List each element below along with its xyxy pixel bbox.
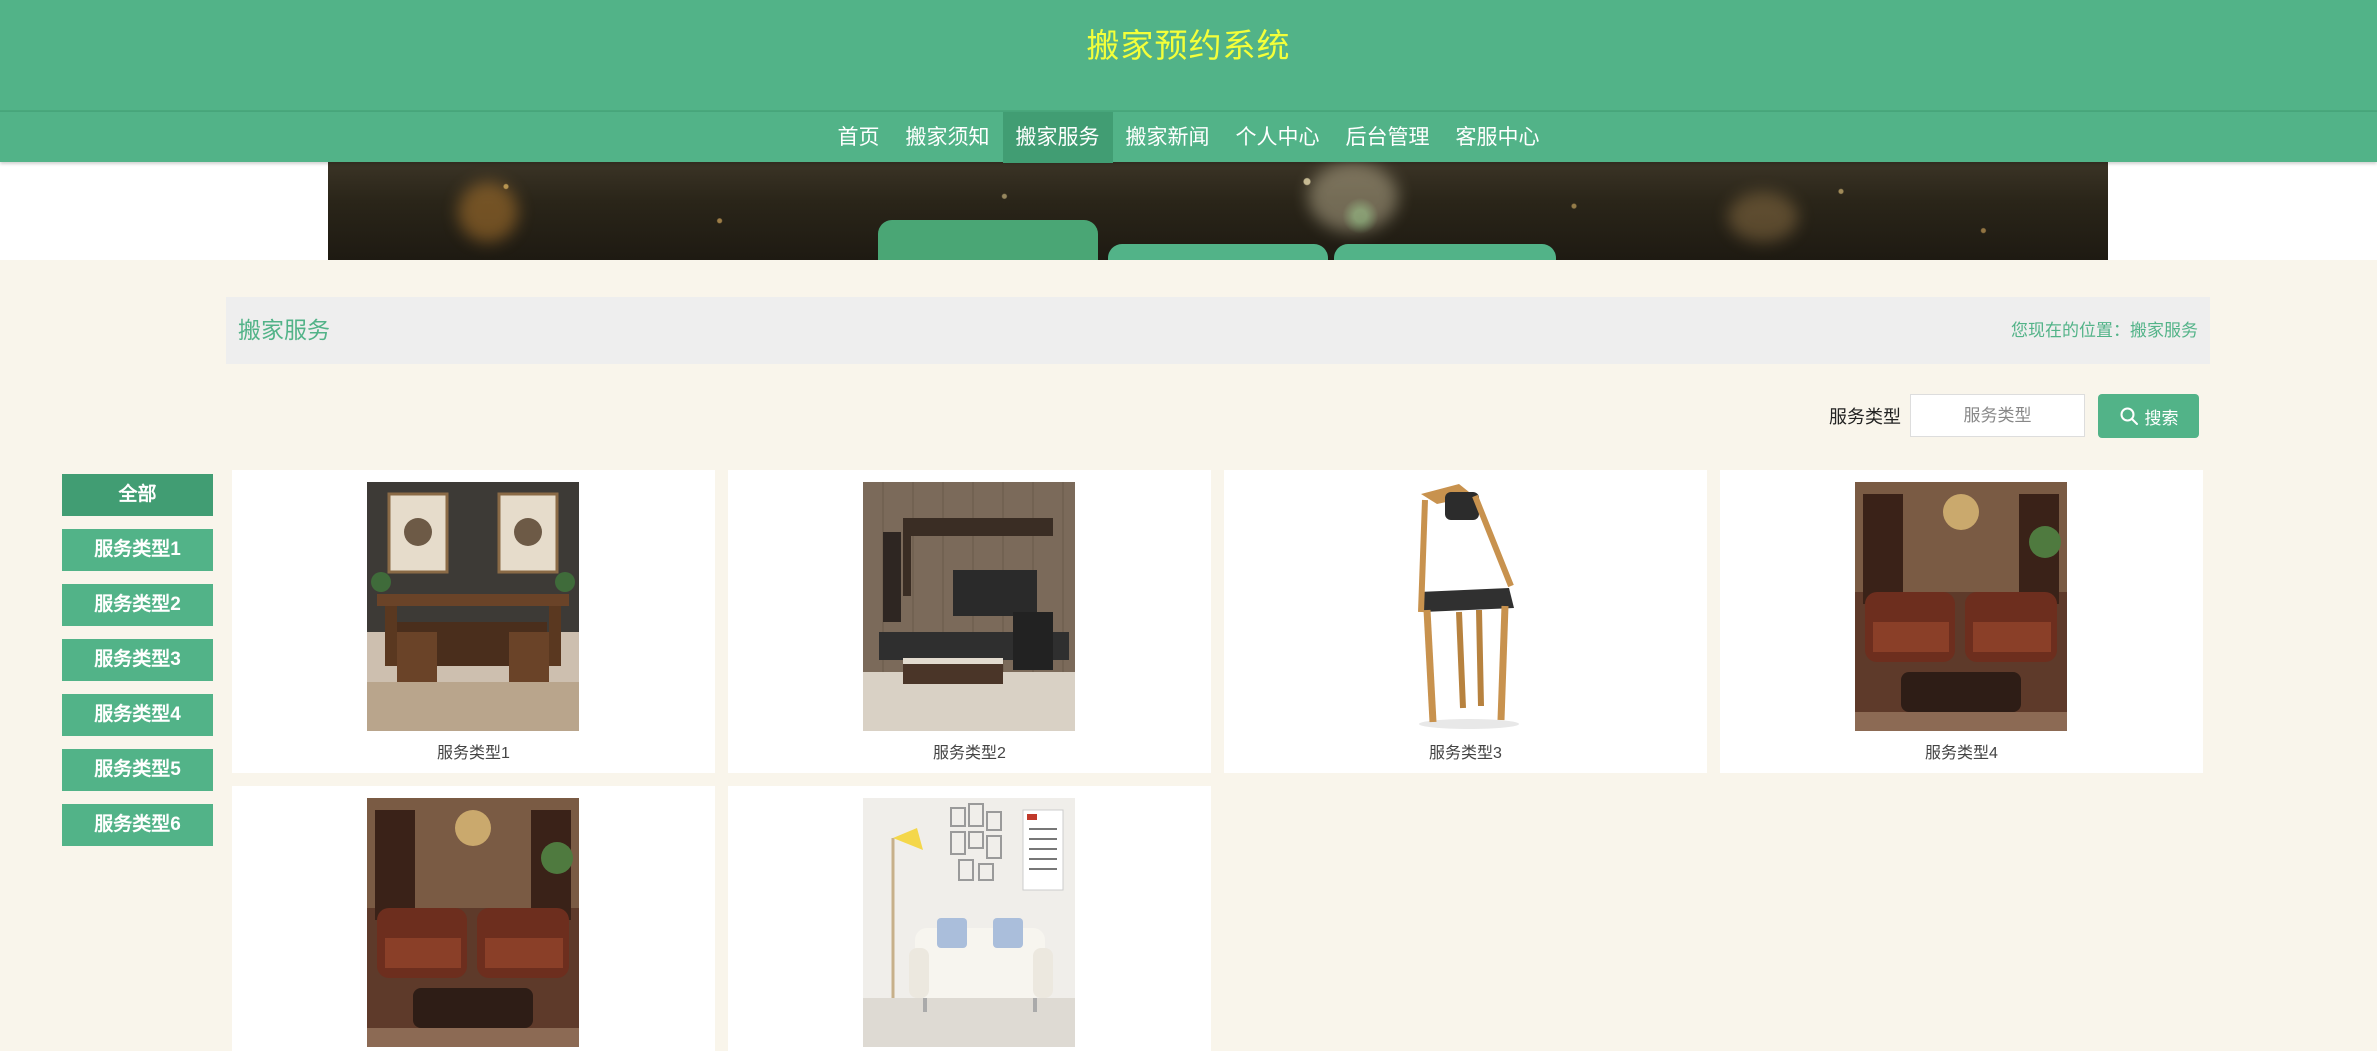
product-caption: 服务类型1 <box>437 745 510 762</box>
site-header: 搬家预约系统 <box>0 0 2377 111</box>
product-caption: 服务类型3 <box>1429 745 1502 762</box>
nav-item-customer-service[interactable]: 客服中心 <box>1443 112 1553 163</box>
product-card[interactable]: 服务类型3 <box>1224 470 1707 773</box>
product-image-wooden-chair <box>1359 482 1571 731</box>
nav-item-notice[interactable]: 搬家须知 <box>893 112 1003 163</box>
banner-area <box>0 162 2377 260</box>
product-caption: 服务类型2 <box>933 745 1006 762</box>
product-card[interactable]: 服务类型1 <box>232 470 715 773</box>
product-image-chinese-furniture <box>367 482 579 731</box>
product-card[interactable]: 服务类型2 <box>728 470 1211 773</box>
product-card[interactable] <box>232 786 715 1051</box>
breadcrumb-location: 您现在的位置：搬家服务 <box>2011 321 2198 340</box>
nav-item-news[interactable]: 搬家新闻 <box>1113 112 1223 163</box>
sidebar-item-type3[interactable]: 服务类型3 <box>62 639 213 681</box>
product-image-white-sofa <box>863 798 1075 1047</box>
sidebar-item-all[interactable]: 全部 <box>62 474 213 516</box>
search-label: 服务类型 <box>1829 407 1901 427</box>
search-input[interactable] <box>1910 394 2085 437</box>
page-title: 搬家服务 <box>238 317 330 343</box>
sidebar-item-type1[interactable]: 服务类型1 <box>62 529 213 571</box>
product-image-leather-sofa <box>367 798 579 1047</box>
search-button[interactable]: 搜索 <box>2098 394 2199 438</box>
sidebar-item-type6[interactable]: 服务类型6 <box>62 804 213 846</box>
sidebar-item-type5[interactable]: 服务类型5 <box>62 749 213 791</box>
product-card[interactable] <box>728 786 1211 1051</box>
category-sidebar: 全部 服务类型1 服务类型2 服务类型3 服务类型4 服务类型5 服务类型6 <box>62 474 213 859</box>
nav-item-personal-center[interactable]: 个人中心 <box>1223 112 1333 163</box>
site-title: 搬家预约系统 <box>1086 27 1291 64</box>
search-icon <box>2120 407 2138 425</box>
nav-item-admin[interactable]: 后台管理 <box>1333 112 1443 163</box>
search-button-label: 搜索 <box>2144 408 2179 428</box>
main-nav: 首页 搬家须知 搬家服务 搬家新闻 个人中心 后台管理 客服中心 <box>0 111 2377 163</box>
nav-item-service[interactable]: 搬家服务 <box>1002 112 1113 163</box>
sidebar-item-type2[interactable]: 服务类型2 <box>62 584 213 626</box>
banner-tab-2 <box>1108 244 1328 260</box>
product-image-tv-cabinet <box>863 482 1075 731</box>
city-night-banner <box>328 162 2108 260</box>
banner-tab-1 <box>878 220 1098 260</box>
banner-tab-3 <box>1334 244 1556 260</box>
product-caption: 服务类型4 <box>1925 745 1998 762</box>
sidebar-item-type4[interactable]: 服务类型4 <box>62 694 213 736</box>
nav-item-home[interactable]: 首页 <box>825 112 893 163</box>
breadcrumb-bar: 搬家服务 您现在的位置：搬家服务 <box>226 297 2210 364</box>
product-card[interactable]: 服务类型4 <box>1720 470 2203 773</box>
product-image-leather-sofa <box>1855 482 2067 731</box>
